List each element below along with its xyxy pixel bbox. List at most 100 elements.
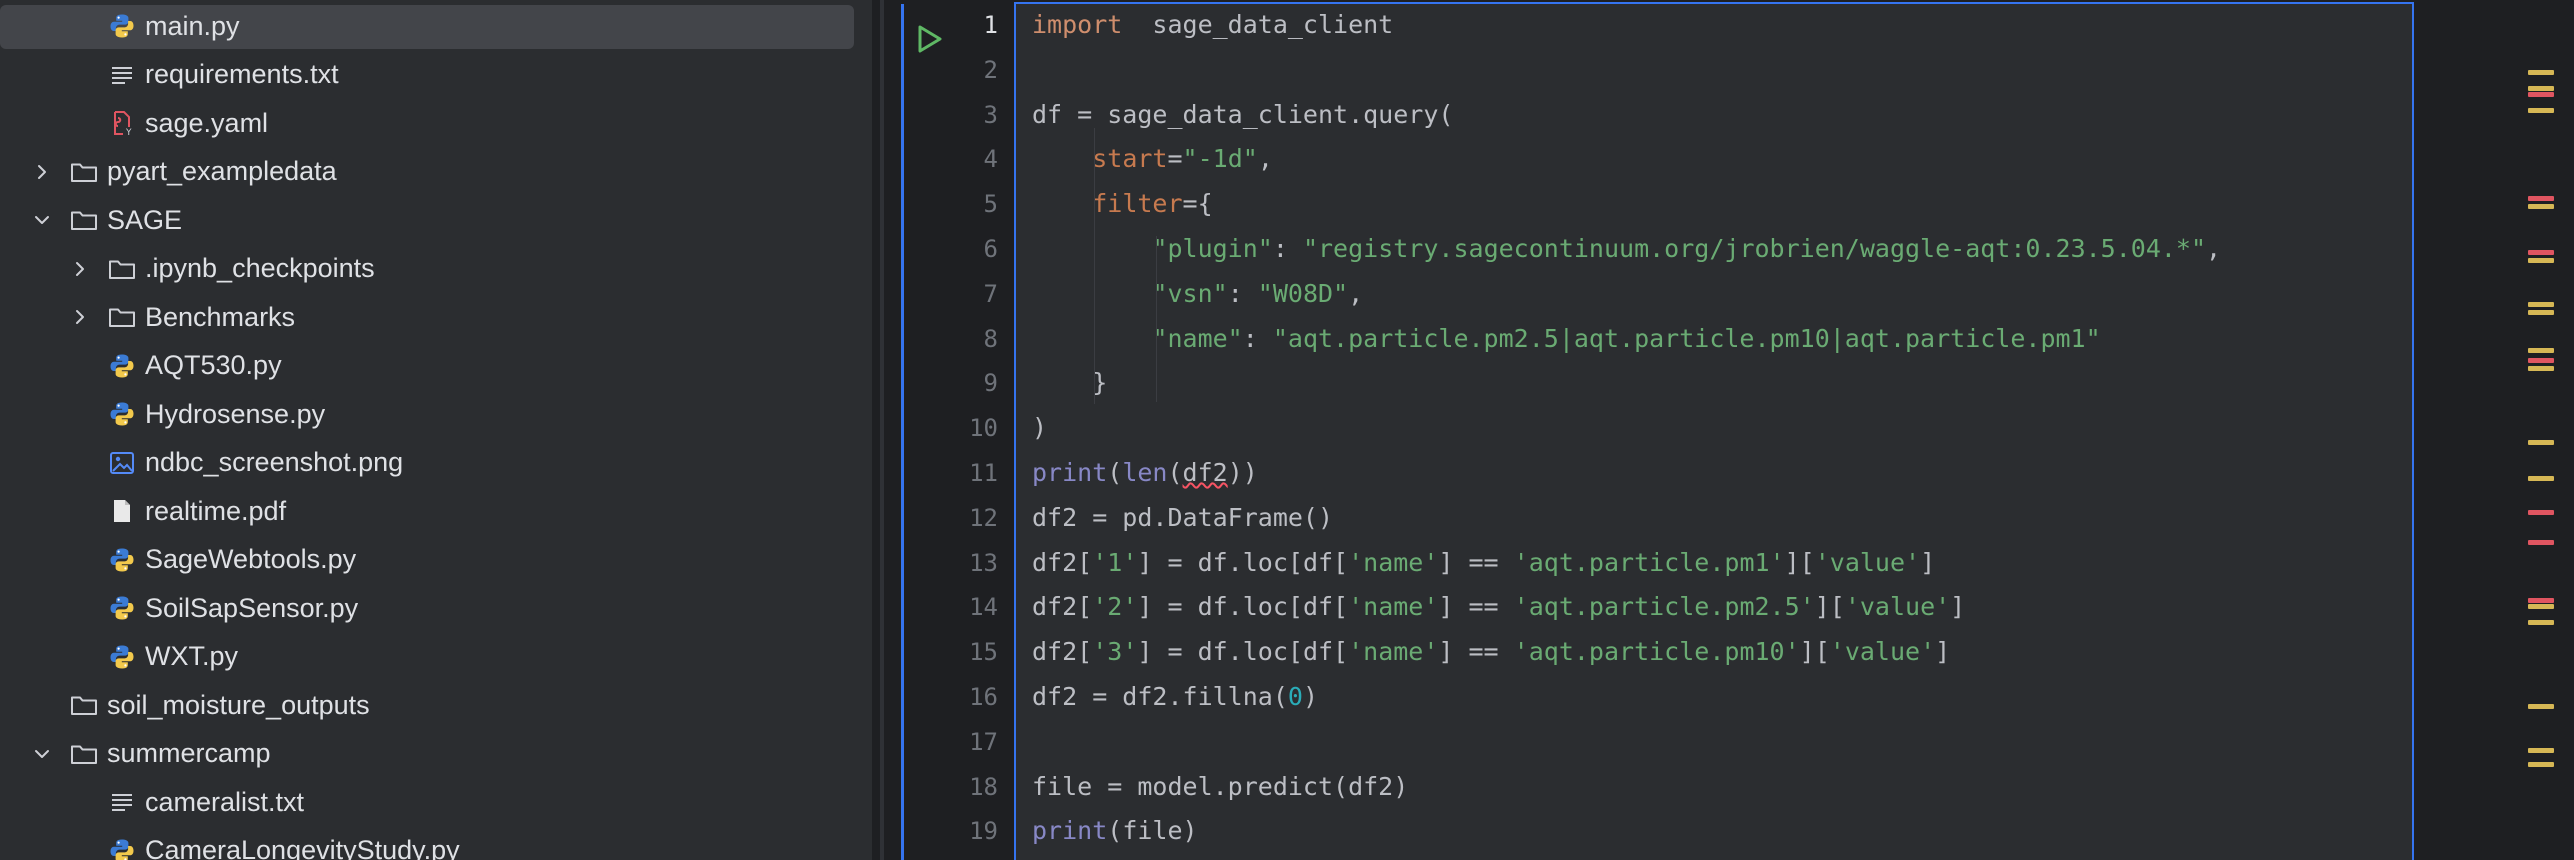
code-token: : bbox=[1272, 234, 1303, 263]
error-marker[interactable] bbox=[2528, 196, 2554, 201]
chevron-down-icon[interactable] bbox=[32, 744, 70, 764]
tree-file-row[interactable]: ndbc_screenshot.png bbox=[0, 439, 872, 487]
code-line[interactable]: file = model.predict(df2) bbox=[1032, 765, 1408, 809]
warning-marker[interactable] bbox=[2528, 204, 2554, 209]
tree-folder-row[interactable]: summercamp bbox=[0, 730, 872, 778]
code-line[interactable]: import sage_data_client bbox=[1032, 3, 1393, 47]
code-line[interactable]: df = sage_data_client.query( bbox=[1032, 93, 1453, 137]
tree-folder-row[interactable]: pyart_exampledata bbox=[0, 148, 872, 196]
code-line[interactable]: df2['1'] = df.loc[df['name'] == 'aqt.par… bbox=[1032, 541, 1935, 585]
error-marker[interactable] bbox=[2528, 598, 2554, 603]
warning-marker[interactable] bbox=[2528, 748, 2554, 753]
tree-file-row[interactable]: requirements.txt bbox=[0, 51, 872, 99]
tree-folder-row[interactable]: SAGE bbox=[0, 196, 872, 244]
warning-marker[interactable] bbox=[2528, 440, 2554, 445]
python-file-icon bbox=[108, 837, 136, 860]
tree-item-label: SageWebtools.py bbox=[145, 544, 357, 574]
warning-marker[interactable] bbox=[2528, 620, 2554, 625]
error-marker[interactable] bbox=[2528, 540, 2554, 545]
error-marker[interactable] bbox=[2528, 250, 2554, 255]
code-line[interactable]: ) bbox=[1032, 406, 1047, 450]
chevron-down-icon[interactable] bbox=[32, 210, 70, 230]
warning-marker[interactable] bbox=[2528, 604, 2554, 609]
code-token: "registry.sagecontinuum.org/jrobrien/wag… bbox=[1302, 234, 2207, 263]
line-number: 5 bbox=[983, 190, 998, 219]
code-token: 'value' bbox=[1829, 637, 1936, 667]
tree-item-label: soil_moisture_outputs bbox=[107, 689, 370, 720]
tree-folder-row[interactable]: soil_moisture_outputs bbox=[0, 681, 872, 729]
tree-file-row[interactable]: SageWebtools.py bbox=[0, 536, 872, 584]
chevron-right-icon[interactable] bbox=[70, 259, 108, 279]
code-editor[interactable]: 1 import sage_data_client 2 3 df = sage_data… bbox=[888, 0, 2574, 860]
code-line[interactable]: print(file) bbox=[1032, 809, 1198, 853]
tree-item-label: cameralist.txt bbox=[145, 786, 305, 817]
image-file-icon bbox=[108, 449, 136, 477]
warning-marker[interactable] bbox=[2528, 704, 2554, 709]
code-line[interactable]: df2['3'] = df.loc[df['name'] == 'aqt.par… bbox=[1032, 630, 1950, 674]
code-line[interactable]: df2 = df2.fillna(0) bbox=[1032, 675, 1318, 719]
chevron-right-icon[interactable] bbox=[32, 162, 70, 182]
tree-file-row[interactable]: Hydrosense.py bbox=[0, 390, 872, 438]
warning-marker[interactable] bbox=[2528, 302, 2554, 307]
code-line[interactable]: "name": "aqt.particle.pm2.5|aqt.particle… bbox=[1032, 317, 2100, 361]
code-line[interactable]: df2 = pd.DataFrame() bbox=[1032, 496, 1333, 540]
code-line[interactable]: "vsn": "W08D", bbox=[1032, 272, 1363, 316]
code-token: 'aqt.particle.pm2.5' bbox=[1513, 592, 1815, 622]
python-file-icon bbox=[108, 594, 136, 622]
tree-file-row[interactable]: AQT530.py bbox=[0, 342, 872, 390]
warning-marker[interactable] bbox=[2528, 108, 2554, 113]
tree-file-row[interactable]: main.py bbox=[0, 2, 872, 50]
tree-file-row[interactable]: Ysage.yaml bbox=[0, 99, 872, 147]
tree-file-row[interactable]: WXT.py bbox=[0, 633, 872, 681]
line-number: 4 bbox=[983, 145, 998, 174]
error-marker[interactable] bbox=[2528, 510, 2554, 515]
text-file-icon bbox=[108, 61, 136, 89]
warning-marker[interactable] bbox=[2528, 310, 2554, 315]
chevron-right-icon[interactable] bbox=[70, 307, 108, 327]
code-line[interactable]: "plugin": "registry.sagecontinuum.org/jr… bbox=[1032, 227, 2221, 271]
tree-item-label: WXT.py bbox=[145, 641, 239, 671]
code-token: , bbox=[1257, 144, 1273, 174]
pdf-file-icon bbox=[108, 497, 136, 525]
code-token: filter bbox=[1092, 189, 1183, 219]
code-token: ] bbox=[1950, 592, 1966, 622]
code-token: '1' bbox=[1092, 547, 1138, 577]
error-marker[interactable] bbox=[2528, 92, 2554, 97]
code-token: 'value' bbox=[1814, 547, 1921, 577]
warning-marker[interactable] bbox=[2528, 348, 2554, 353]
tree-file-row[interactable]: SoilSapSensor.py bbox=[0, 584, 872, 632]
warning-marker[interactable] bbox=[2528, 476, 2554, 481]
error-marker[interactable] bbox=[2528, 358, 2554, 363]
tree-item-label: requirements.txt bbox=[145, 59, 339, 89]
code-line[interactable]: filter={ bbox=[1032, 182, 1212, 226]
warning-marker[interactable] bbox=[2528, 366, 2554, 371]
code-token: ] = df.loc[df[ bbox=[1137, 547, 1349, 577]
tree-folder-row[interactable]: .ipynb_checkpoints bbox=[0, 245, 872, 293]
tree-file-row[interactable]: cameralist.txt bbox=[0, 778, 872, 826]
python-file-icon bbox=[108, 643, 136, 671]
code-token: ][ bbox=[1814, 592, 1845, 622]
tree-file-row[interactable]: CameraLongevityStudy.py bbox=[0, 827, 872, 860]
code-token: 'aqt.particle.pm10' bbox=[1513, 637, 1800, 667]
code-token: ] = df.loc[df[ bbox=[1137, 637, 1349, 667]
tree-folder-row[interactable]: Benchmarks bbox=[0, 293, 872, 341]
folder-icon bbox=[70, 206, 98, 234]
tree-file-row[interactable]: realtime.pdf bbox=[0, 487, 872, 535]
code-line[interactable]: df2['2'] = df.loc[df['name'] == 'aqt.par… bbox=[1032, 585, 1965, 629]
code-token: len bbox=[1122, 458, 1168, 487]
code-token: 'aqt.particle.pm1' bbox=[1513, 547, 1785, 577]
code-line[interactable]: print(len(df2)) bbox=[1032, 451, 1258, 495]
warning-marker[interactable] bbox=[2528, 86, 2554, 91]
panel-splitter[interactable] bbox=[872, 0, 886, 860]
code-line[interactable]: start="-1d", bbox=[1032, 137, 1273, 181]
tree-item-label: main.py bbox=[145, 10, 240, 41]
warning-marker[interactable] bbox=[2528, 258, 2554, 263]
warning-marker[interactable] bbox=[2528, 70, 2554, 75]
code-line[interactable]: } bbox=[1032, 361, 1107, 405]
error-stripe[interactable] bbox=[2528, 0, 2556, 860]
warning-marker[interactable] bbox=[2528, 762, 2554, 767]
tree-item-label: realtime.pdf bbox=[145, 495, 287, 526]
code-token: 'name' bbox=[1348, 592, 1439, 622]
